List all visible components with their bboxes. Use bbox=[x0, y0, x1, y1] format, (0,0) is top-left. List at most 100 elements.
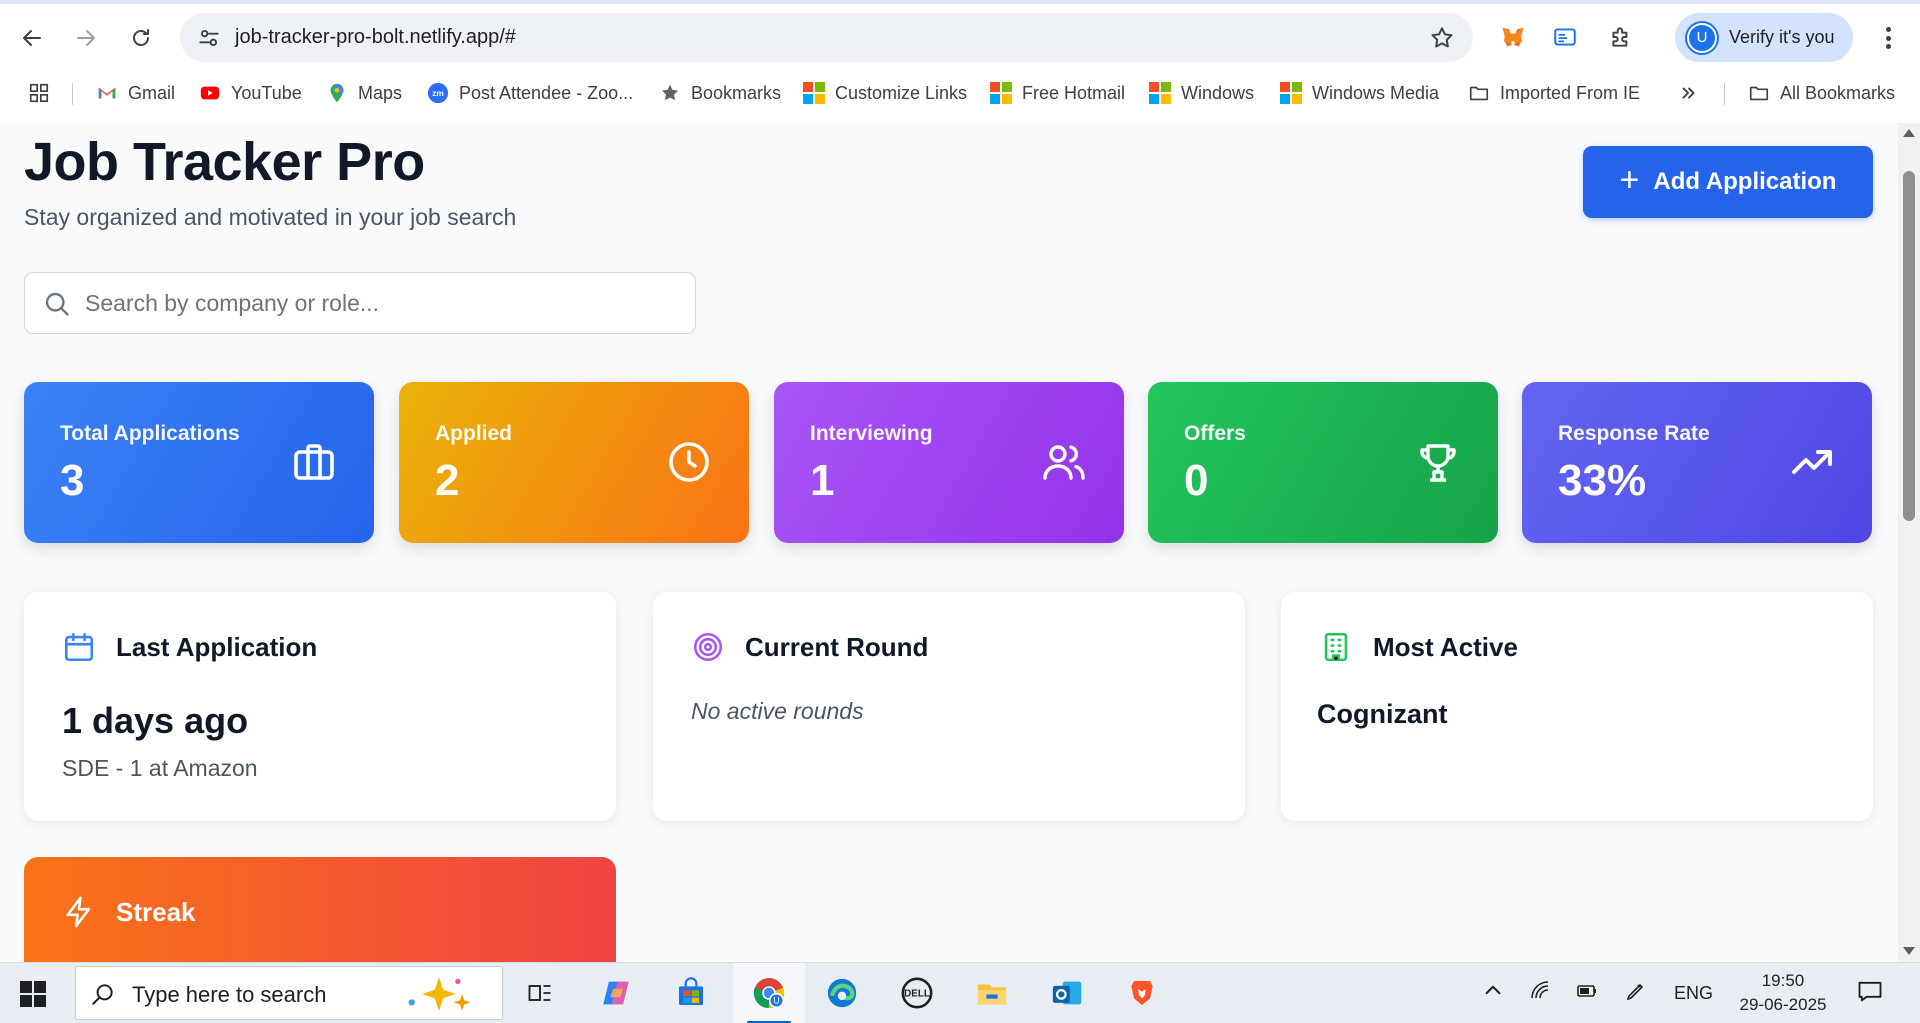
url-text[interactable]: job-tracker-pro-bolt.netlify.app/# bbox=[235, 26, 516, 49]
reload-button[interactable] bbox=[121, 18, 161, 58]
trophy-icon bbox=[1420, 444, 1456, 482]
last-application-value: 1 days ago bbox=[62, 700, 249, 741]
target-icon bbox=[693, 632, 723, 662]
clock-time: 19:50 bbox=[1761, 971, 1805, 990]
stat-offers[interactable]: Offers 0 bbox=[1148, 382, 1498, 543]
file-explorer-icon[interactable] bbox=[970, 971, 1014, 1015]
battery-icon[interactable] bbox=[1574, 979, 1600, 1008]
app-page: Job Tracker Pro Stay organized and motiv… bbox=[0, 123, 1898, 962]
wifi-icon[interactable] bbox=[1528, 979, 1552, 1008]
folder-icon bbox=[1468, 82, 1490, 104]
zoom-icon: zm bbox=[427, 82, 449, 104]
dell-icon[interactable]: DELL bbox=[895, 971, 939, 1015]
bookmark-youtube[interactable]: YouTube bbox=[199, 80, 302, 106]
bookmark-customize-links[interactable]: Customize Links bbox=[803, 80, 967, 106]
pen-icon[interactable] bbox=[1624, 979, 1648, 1008]
star-icon bbox=[659, 82, 681, 104]
task-view-icon[interactable] bbox=[518, 971, 562, 1015]
profile-verify-button[interactable]: U Verify it's you bbox=[1675, 13, 1853, 62]
bookmark-windows[interactable]: Windows bbox=[1149, 80, 1254, 106]
card-title: Streak bbox=[116, 896, 196, 927]
page-subtitle: Stay organized and motivated in your job… bbox=[24, 204, 517, 230]
stat-response-rate[interactable]: Response Rate 33% bbox=[1522, 382, 1872, 543]
microsoft-store-icon[interactable] bbox=[669, 971, 713, 1015]
bookmark-bookmarks[interactable]: Bookmarks bbox=[659, 80, 781, 106]
reload-icon bbox=[133, 29, 149, 46]
bookmark-free-hotmail[interactable]: Free Hotmail bbox=[990, 80, 1125, 106]
clock-date: 29-06-2025 bbox=[1739, 995, 1827, 1014]
browser-menu-icon[interactable] bbox=[1876, 24, 1900, 52]
windows-start-icon[interactable] bbox=[20, 981, 46, 1007]
stat-value: 33% bbox=[1558, 456, 1647, 505]
apps-grid-icon[interactable] bbox=[28, 80, 50, 106]
address-bar[interactable]: job-tracker-pro-bolt.netlify.app/# bbox=[180, 13, 1473, 62]
card-current-round: Current Round No active rounds bbox=[653, 592, 1245, 821]
most-active-value: Cognizant bbox=[1317, 699, 1448, 729]
copilot-icon[interactable] bbox=[594, 971, 638, 1015]
search-box[interactable] bbox=[24, 272, 696, 334]
search-highlight-icon bbox=[408, 977, 471, 1011]
verify-label: Verify it's you bbox=[1729, 27, 1835, 47]
back-arrow-icon bbox=[23, 30, 41, 46]
microsoft-icon bbox=[990, 82, 1012, 104]
edge-icon[interactable] bbox=[820, 971, 864, 1015]
taskbar-search-text: Type here to search bbox=[132, 982, 327, 1007]
reader-extension-icon[interactable] bbox=[1548, 20, 1582, 54]
bookmarks-overflow-icon[interactable] bbox=[1678, 80, 1700, 106]
svg-text:DELL: DELL bbox=[904, 989, 930, 1000]
scroll-thumb[interactable] bbox=[1903, 171, 1915, 521]
scroll-down-arrow-icon[interactable] bbox=[1903, 947, 1915, 955]
last-application-detail: SDE - 1 at Amazon bbox=[62, 755, 258, 781]
tray-overflow-chevron-icon[interactable] bbox=[1480, 977, 1506, 1008]
forward-button[interactable] bbox=[66, 18, 106, 58]
youtube-icon bbox=[199, 82, 221, 104]
stat-applied[interactable]: Applied 2 bbox=[399, 382, 749, 543]
stat-value: 0 bbox=[1184, 456, 1209, 505]
stat-value: 3 bbox=[60, 456, 85, 505]
scroll-up-arrow-icon[interactable] bbox=[1903, 129, 1915, 137]
stat-total-applications[interactable]: Total Applications 3 bbox=[24, 382, 374, 543]
page-title: Job Tracker Pro bbox=[24, 132, 425, 192]
lightning-icon bbox=[66, 896, 91, 928]
building-icon bbox=[1324, 632, 1348, 662]
svg-text:U: U bbox=[773, 996, 780, 1006]
brave-icon[interactable] bbox=[1120, 971, 1164, 1015]
stat-label: Total Applications bbox=[60, 422, 240, 445]
bookmark-maps[interactable]: Maps bbox=[326, 80, 402, 106]
site-settings-icon[interactable] bbox=[196, 25, 222, 51]
metamask-extension-icon[interactable] bbox=[1496, 20, 1530, 54]
folder-icon bbox=[1748, 82, 1770, 104]
browser-chrome: job-tracker-pro-bolt.netlify.app/# U Ver… bbox=[0, 0, 1920, 123]
svg-text:zm: zm bbox=[432, 89, 443, 98]
notifications-icon[interactable] bbox=[1856, 977, 1884, 1010]
stat-value: 1 bbox=[810, 456, 835, 505]
stat-value: 2 bbox=[435, 456, 460, 505]
extensions-puzzle-icon[interactable] bbox=[1604, 20, 1638, 54]
taskbar-search[interactable]: Type here to search bbox=[75, 966, 503, 1020]
gmail-icon bbox=[96, 82, 118, 104]
avatar: U bbox=[1687, 22, 1717, 53]
add-application-button[interactable]: + Add Application bbox=[1583, 146, 1873, 218]
maps-icon bbox=[326, 82, 348, 104]
microsoft-icon bbox=[803, 82, 825, 104]
chrome-icon[interactable]: U bbox=[747, 971, 791, 1015]
bookmark-zoom[interactable]: zm Post Attendee - Zoo... bbox=[427, 80, 633, 106]
microsoft-icon bbox=[1149, 82, 1171, 104]
system-clock[interactable]: 19:50 29-06-2025 bbox=[1728, 969, 1838, 1017]
bookmark-gmail[interactable]: Gmail bbox=[96, 80, 175, 106]
outlook-icon[interactable] bbox=[1045, 971, 1089, 1015]
current-round-value: No active rounds bbox=[691, 698, 864, 724]
page-scrollbar[interactable] bbox=[1898, 123, 1920, 962]
search-input[interactable] bbox=[85, 283, 675, 323]
back-button[interactable] bbox=[12, 18, 52, 58]
card-title: Current Round bbox=[745, 631, 929, 662]
briefcase-icon bbox=[294, 444, 334, 480]
bookmark-all-bookmarks[interactable]: All Bookmarks bbox=[1748, 80, 1895, 106]
card-title: Most Active bbox=[1373, 631, 1518, 662]
bookmark-imported-from-ie[interactable]: Imported From IE bbox=[1468, 80, 1640, 106]
stat-interviewing[interactable]: Interviewing 1 bbox=[774, 382, 1124, 543]
bookmark-star-icon[interactable] bbox=[1429, 25, 1455, 51]
bookmark-windows-media[interactable]: Windows Media bbox=[1280, 80, 1439, 106]
clock-icon bbox=[669, 442, 709, 482]
language-indicator[interactable]: ENG bbox=[1674, 983, 1713, 1004]
